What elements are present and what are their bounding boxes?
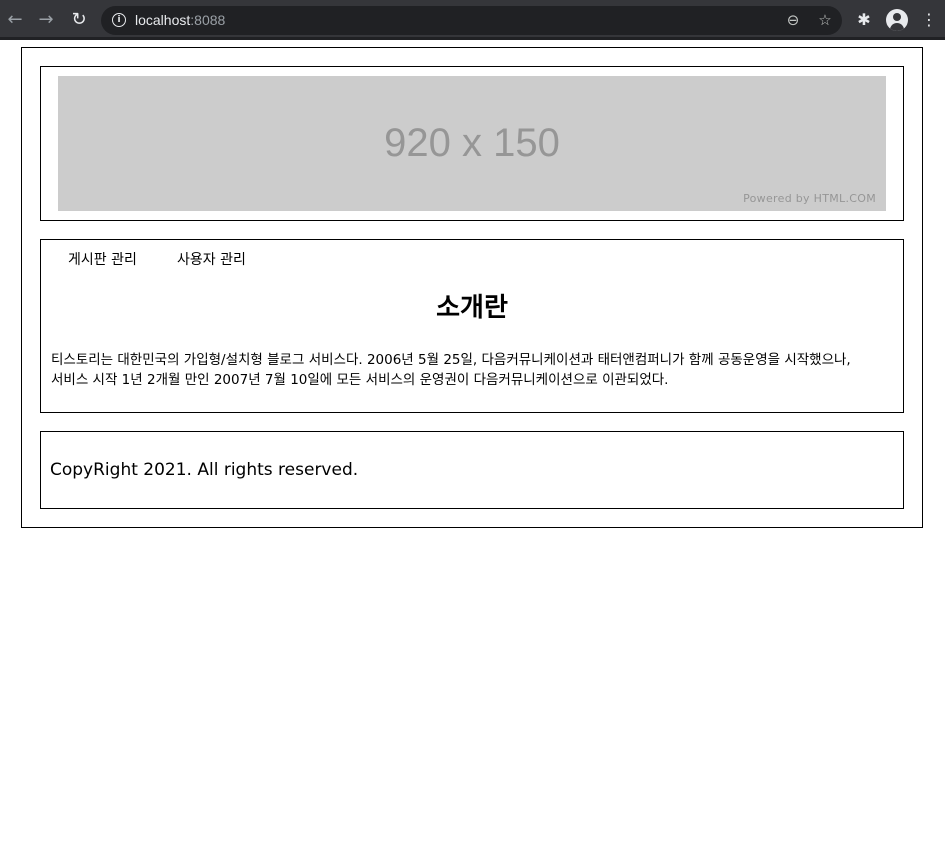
reload-icon[interactable]: ↻	[67, 8, 91, 32]
url-text: localhost:8088	[135, 12, 225, 29]
url-host: localhost	[135, 12, 191, 28]
page-wrapper: 920 x 150 Powered by HTML.COM 게시판 관리 사용자…	[21, 47, 923, 528]
zoom-icon[interactable]: ⊖	[782, 9, 804, 31]
profile-avatar-icon[interactable]	[886, 9, 908, 31]
header-banner-image: 920 x 150 Powered by HTML.COM	[58, 76, 886, 211]
back-icon[interactable]: ←	[3, 8, 27, 32]
header-section: 920 x 150 Powered by HTML.COM	[40, 66, 904, 221]
site-info-icon[interactable]: i	[112, 13, 126, 27]
intro-line-2: 서비스 시작 1년 2개월 만인 2007년 7월 10일에 모든 서비스의 운…	[51, 372, 669, 388]
browser-toolbar: ← → ↻ i localhost:8088 ⊖ ☆ ✱ ⋮	[0, 0, 945, 40]
forward-icon[interactable]: →	[34, 8, 58, 32]
copyright-text: CopyRight 2021. All rights reserved.	[50, 460, 359, 480]
content-section: 게시판 관리 사용자 관리 소개란 티스토리는 대한민국의 가입형/설치형 블로…	[40, 239, 904, 413]
url-port: :8088	[190, 12, 226, 28]
bookmark-star-icon[interactable]: ☆	[814, 9, 836, 31]
banner-credit: Powered by HTML.COM	[743, 192, 876, 205]
footer-section: CopyRight 2021. All rights reserved.	[40, 431, 904, 509]
address-bar[interactable]: i localhost:8088 ⊖ ☆	[101, 6, 842, 35]
intro-line-1: 티스토리는 대한민국의 가입형/설치형 블로그 서비스다. 2006년 5월 2…	[51, 352, 851, 368]
banner-size-label: 920 x 150	[384, 121, 560, 165]
intro-text: 티스토리는 대한민국의 가입형/설치형 블로그 서비스다. 2006년 5월 2…	[51, 350, 895, 390]
browser-menu-icon[interactable]: ⋮	[917, 8, 941, 32]
nav-item-board-admin[interactable]: 게시판 관리	[68, 250, 137, 270]
nav-item-user-admin[interactable]: 사용자 관리	[177, 250, 246, 270]
extensions-puzzle-icon[interactable]: ✱	[852, 8, 876, 32]
page-title: 소개란	[436, 293, 508, 323]
